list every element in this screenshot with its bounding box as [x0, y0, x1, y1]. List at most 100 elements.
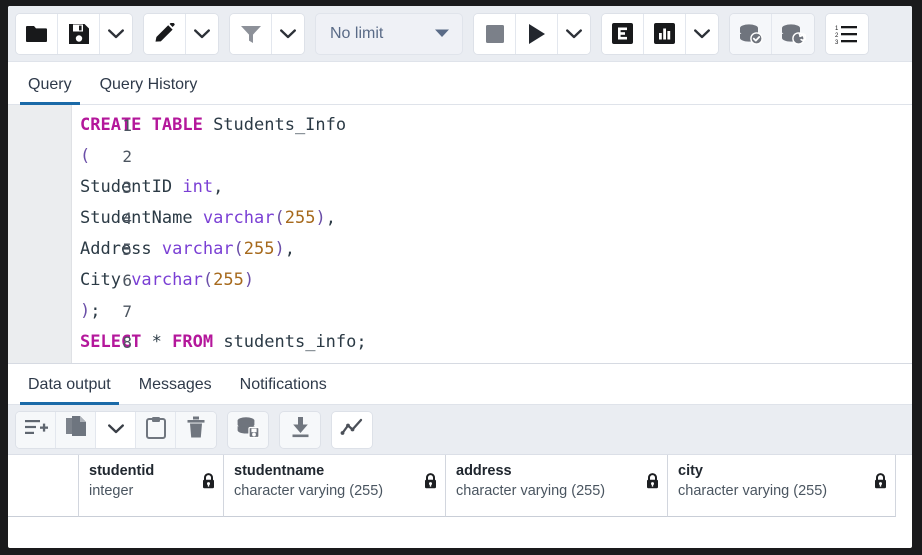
tab-data-output[interactable]: Data output: [14, 376, 125, 404]
open-file-button[interactable]: [16, 14, 58, 54]
edit-group: [143, 13, 219, 55]
line-number: 8: [80, 327, 132, 358]
graph-visualiser-button[interactable]: [332, 412, 372, 448]
chevron-down-icon: [108, 421, 124, 439]
download-csv-button[interactable]: [280, 412, 320, 448]
save-data-changes-button[interactable]: [228, 412, 268, 448]
column-header-city[interactable]: citycharacter varying (255): [668, 455, 896, 517]
code-token: (: [203, 270, 213, 290]
paste-button[interactable]: [136, 412, 176, 448]
chevron-down-icon: [566, 29, 582, 39]
filter-dropdown-button[interactable]: [272, 14, 304, 54]
clipboard-paste-icon: [146, 416, 166, 444]
macros-button[interactable]: 1 2 3: [826, 14, 868, 54]
graph-group: [331, 411, 373, 449]
execute-query-button[interactable]: [516, 14, 558, 54]
code-token: ): [275, 239, 285, 259]
column-header-address[interactable]: addresscharacter varying (255): [446, 455, 668, 517]
filter-group: [229, 13, 305, 55]
chevron-down-icon: [694, 29, 710, 39]
explain-analyze-button[interactable]: [644, 14, 686, 54]
edit-button[interactable]: [144, 14, 186, 54]
copy-button[interactable]: [56, 412, 96, 448]
line-number: 5: [80, 234, 132, 265]
sql-code-content[interactable]: 1CREATE TABLE Students_Info2(3StudentID …: [8, 105, 912, 364]
line-number: 9: [80, 358, 132, 364]
trash-icon: [186, 416, 206, 444]
tab-query-history[interactable]: Query History: [86, 76, 212, 104]
explain-dropdown-button[interactable]: [686, 14, 718, 54]
code-line: 5Address varchar(255),: [80, 234, 912, 265]
edit-dropdown-button[interactable]: [186, 14, 218, 54]
play-icon: [527, 23, 547, 45]
commit-button[interactable]: [730, 14, 772, 54]
code-line: 8SELECT * FROM students_info;: [80, 327, 912, 358]
code-line: 2(: [80, 141, 912, 172]
filter-button[interactable]: [230, 14, 272, 54]
tab-query-label: Query: [28, 76, 72, 93]
execute-dropdown-button[interactable]: [558, 14, 590, 54]
download-icon: [290, 416, 311, 443]
row-limit-select[interactable]: No limit: [315, 13, 463, 55]
query-tool-window: No limit: [8, 6, 912, 548]
line-number: 1: [80, 110, 132, 141]
column-type: character varying (255): [456, 481, 657, 501]
save-dropdown-button[interactable]: [100, 14, 132, 54]
chevron-down-icon: [108, 29, 124, 39]
line-number: 7: [80, 296, 132, 327]
sql-editor[interactable]: 1CREATE TABLE Students_Info2(3StudentID …: [8, 105, 912, 364]
add-row-button[interactable]: [16, 412, 56, 448]
code-token: FROM: [172, 332, 213, 352]
code-line: 1CREATE TABLE Students_Info: [80, 110, 912, 141]
tab-notifications-label: Notifications: [240, 376, 327, 393]
line-chart-icon: [340, 417, 364, 442]
results-grid[interactable]: studentidintegerstudentnamecharacter var…: [8, 455, 912, 517]
code-token: 255: [213, 270, 244, 290]
query-tool-toolbar: No limit: [8, 6, 912, 62]
svg-text:2: 2: [835, 33, 839, 39]
tab-messages[interactable]: Messages: [125, 376, 226, 404]
data-output-toolbar: [8, 405, 912, 455]
output-tab-bar: Data output Messages Notifications: [8, 364, 912, 405]
tab-query[interactable]: Query: [14, 76, 86, 104]
stop-icon: [485, 24, 505, 44]
copy-dropdown-button[interactable]: [96, 412, 136, 448]
column-name: address: [456, 462, 657, 481]
chevron-down-icon: [434, 25, 450, 43]
column-header-studentname[interactable]: studentnamecharacter varying (255): [224, 455, 446, 517]
code-token: varchar: [203, 208, 275, 228]
code-line: 6City varchar(255): [80, 265, 912, 296]
column-type: integer: [89, 481, 213, 501]
pencil-icon: [153, 23, 177, 45]
lock-icon: [202, 473, 215, 494]
line-number: 6: [80, 265, 132, 296]
column-header-studentid[interactable]: studentidinteger: [79, 455, 224, 517]
macros-group: 1 2 3: [825, 13, 869, 55]
analyze-group: [601, 13, 719, 55]
code-line: 9: [80, 358, 912, 364]
line-number: 3: [80, 172, 132, 203]
lock-icon: [874, 473, 887, 494]
add-row-icon: [24, 417, 48, 442]
rollback-database-undo-icon: [780, 23, 806, 45]
column-name: studentname: [234, 462, 435, 481]
tab-notifications[interactable]: Notifications: [226, 376, 341, 404]
tab-query-history-label: Query History: [100, 76, 198, 93]
code-token: 255: [285, 208, 316, 228]
code-token: ,: [285, 239, 295, 259]
line-number: 4: [80, 203, 132, 234]
download-group: [279, 411, 321, 449]
explain-analyze-icon: [653, 22, 676, 45]
explain-button[interactable]: [602, 14, 644, 54]
rollback-button[interactable]: [772, 14, 814, 54]
code-token: varchar: [131, 270, 203, 290]
save-icon: [68, 23, 90, 45]
code-token: int: [182, 177, 213, 197]
delete-row-button[interactable]: [176, 412, 216, 448]
lock-icon: [424, 473, 437, 494]
column-name: studentid: [89, 462, 213, 481]
row-edit-group: [15, 411, 217, 449]
row-number-corner[interactable]: [8, 455, 79, 517]
stop-query-button[interactable]: [474, 14, 516, 54]
save-file-button[interactable]: [58, 14, 100, 54]
